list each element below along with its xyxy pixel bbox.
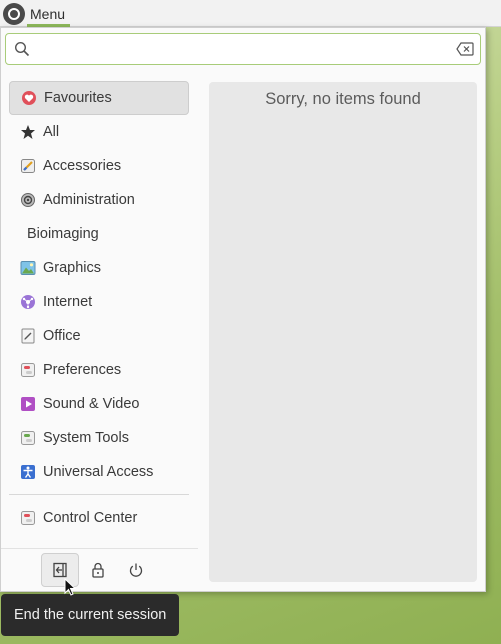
- star-icon: [21, 125, 35, 139]
- category-label: Universal Access: [43, 464, 154, 480]
- menu-button-label: Menu: [30, 5, 66, 22]
- graphics-icon: [20, 261, 36, 275]
- search-input[interactable]: [36, 38, 446, 60]
- results-pane: Sorry, no items found: [209, 82, 477, 582]
- category-label: Accessories: [43, 158, 122, 174]
- category-bioimaging[interactable]: Bioimaging: [9, 217, 189, 251]
- session-actions: [41, 553, 155, 587]
- category-administration[interactable]: Administration: [9, 183, 189, 217]
- mouse-cursor-icon: [64, 578, 76, 596]
- category-label: Administration: [43, 192, 135, 208]
- category-all[interactable]: All: [9, 115, 189, 149]
- preferences-icon: [21, 363, 35, 377]
- search-box[interactable]: [5, 33, 481, 65]
- category-label: Graphics: [43, 260, 102, 276]
- category-label: All: [43, 124, 60, 140]
- category-accessories[interactable]: Accessories: [9, 149, 189, 183]
- category-label: Preferences: [43, 362, 122, 378]
- search-icon: [14, 41, 30, 57]
- category-graphics[interactable]: Graphics: [9, 251, 189, 285]
- clear-search-icon[interactable]: [456, 42, 474, 56]
- accessories-icon: [21, 159, 35, 173]
- tooltip: End the current session: [1, 594, 179, 636]
- category-universal-access[interactable]: Universal Access: [9, 455, 189, 489]
- logout-icon: [53, 562, 67, 578]
- category-label: Office: [43, 328, 81, 344]
- control-center-label: Control Center: [43, 510, 138, 526]
- control-center-item[interactable]: Control Center: [9, 501, 189, 535]
- category-sidebar: Favourites All Accessories Administratio…: [9, 81, 189, 535]
- heart-icon: [22, 91, 36, 105]
- mint-logo-icon: [3, 2, 25, 25]
- category-label: Internet: [43, 294, 93, 310]
- menu-button[interactable]: Menu: [0, 0, 70, 27]
- category-label: Bioimaging: [27, 226, 99, 242]
- office-icon: [21, 328, 35, 344]
- tooltip-text: End the current session: [14, 607, 167, 623]
- category-internet[interactable]: Internet: [9, 285, 189, 319]
- category-sound-video[interactable]: Sound & Video: [9, 387, 189, 421]
- actions-separator: [1, 548, 198, 549]
- lock-icon: [92, 562, 104, 578]
- internet-icon: [21, 295, 35, 309]
- sidebar-separator: [9, 494, 189, 495]
- control-center-icon: [21, 511, 35, 525]
- power-icon: [129, 563, 143, 577]
- system-tools-icon: [21, 431, 35, 445]
- category-label: Favourites: [44, 90, 112, 106]
- category-office[interactable]: Office: [9, 319, 189, 353]
- lock-button[interactable]: [79, 553, 117, 587]
- administration-icon: [21, 193, 35, 207]
- category-favourites[interactable]: Favourites: [9, 81, 189, 115]
- power-button[interactable]: [117, 553, 155, 587]
- category-label: Sound & Video: [43, 396, 140, 412]
- category-system-tools[interactable]: System Tools: [9, 421, 189, 455]
- category-label: System Tools: [43, 430, 129, 446]
- application-menu: Favourites All Accessories Administratio…: [0, 27, 486, 592]
- empty-results-message: Sorry, no items found: [265, 90, 421, 108]
- sound-video-icon: [21, 397, 35, 411]
- top-panel: Menu: [0, 0, 501, 27]
- category-preferences[interactable]: Preferences: [9, 353, 189, 387]
- universal-access-icon: [21, 465, 35, 479]
